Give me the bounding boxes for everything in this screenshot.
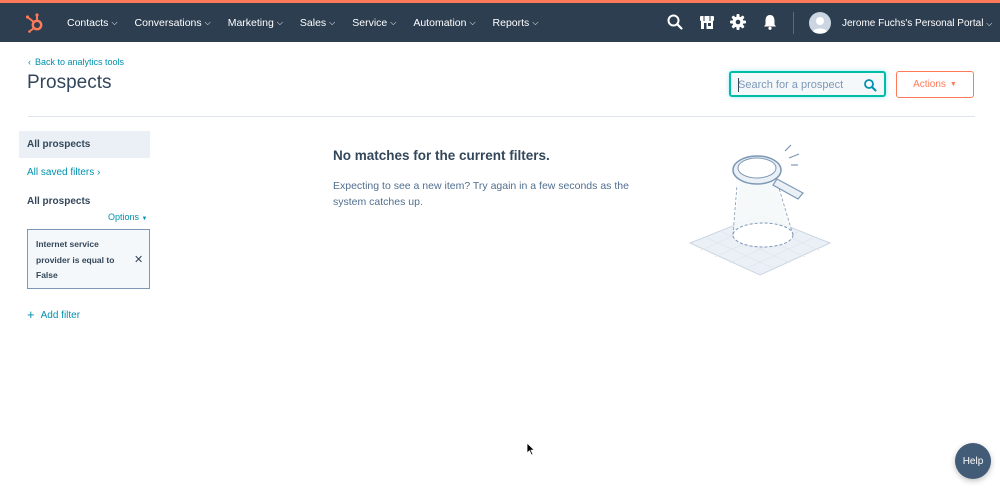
caret-down-icon: ▼ [949, 81, 957, 88]
chevron-right-icon: › [97, 167, 101, 178]
settings-icon[interactable] [729, 13, 747, 31]
header-divider [28, 116, 975, 117]
text-cursor [738, 78, 739, 92]
plus-icon: + [27, 307, 35, 322]
help-button[interactable]: Help [955, 443, 991, 479]
search-icon[interactable] [666, 13, 684, 31]
search-icon[interactable] [863, 78, 877, 92]
filter-description: Internet service provider is equal to Fa… [36, 239, 115, 280]
portal-switcher[interactable]: Jerome Fuchs's Personal Portal ⌵ [842, 18, 992, 29]
nav-divider [793, 12, 794, 34]
page-title: Prospects [27, 72, 112, 93]
chevron-down-icon: ⌵ [204, 17, 211, 27]
actions-button[interactable]: Actions ▼ [896, 71, 974, 98]
nav-sales[interactable]: Sales ⌵ [300, 17, 335, 29]
nav-automation[interactable]: Automation ⌵ [413, 17, 475, 29]
options-dropdown[interactable]: Options ▼ [108, 212, 148, 222]
nav-contacts[interactable]: Contacts ⌵ [67, 17, 118, 29]
nav-marketing[interactable]: Marketing ⌵ [228, 17, 283, 29]
main-nav: Contacts ⌵ Conversations ⌵ Marketing ⌵ Sale… [60, 3, 548, 42]
chevron-down-icon: ⌵ [469, 17, 476, 27]
caret-down-icon: ▼ [141, 216, 148, 222]
notifications-icon[interactable] [761, 13, 779, 31]
chevron-down-icon: ⌵ [111, 17, 118, 27]
all-saved-filters-link[interactable]: All saved filters › [27, 167, 100, 178]
nav-service[interactable]: Service ⌵ [352, 17, 396, 29]
prospect-search-box[interactable] [729, 71, 886, 97]
empty-state-title: No matches for the current filters. [333, 148, 550, 163]
chevron-down-icon: ⌵ [329, 17, 336, 27]
avatar[interactable] [809, 12, 831, 34]
close-icon[interactable]: ✕ [134, 253, 143, 266]
marketplace-icon[interactable] [698, 13, 716, 31]
chevron-down-icon: ⌵ [532, 17, 539, 27]
filter-card[interactable]: Internet service provider is equal to Fa… [27, 229, 150, 289]
top-navigation-bar: Contacts ⌵ Conversations ⌵ Marketing ⌵ Sale… [0, 0, 1000, 42]
chevron-down-icon: ⌵ [276, 17, 283, 27]
filter-section-title: All prospects [27, 196, 91, 207]
nav-reports[interactable]: Reports ⌵ [493, 17, 539, 29]
mouse-pointer-icon [526, 442, 536, 456]
chevron-down-icon: ⌵ [390, 17, 397, 27]
magnifying-glass-illustration-icon [688, 144, 832, 276]
sidebar-item-all-prospects[interactable]: All prospects [19, 131, 150, 158]
chevron-left-icon: ‹ [28, 57, 31, 67]
hubspot-logo-icon[interactable] [24, 12, 46, 34]
empty-state-description: Expecting to see a new item? Try again i… [333, 180, 629, 208]
user-avatar-icon [812, 17, 828, 33]
add-filter-button[interactable]: + Add filter [27, 307, 80, 322]
nav-conversations[interactable]: Conversations ⌵ [135, 17, 211, 29]
back-to-analytics-link[interactable]: ‹ Back to analytics tools [28, 57, 124, 67]
chevron-down-icon: ⌵ [986, 19, 993, 28]
search-input[interactable] [738, 77, 858, 92]
